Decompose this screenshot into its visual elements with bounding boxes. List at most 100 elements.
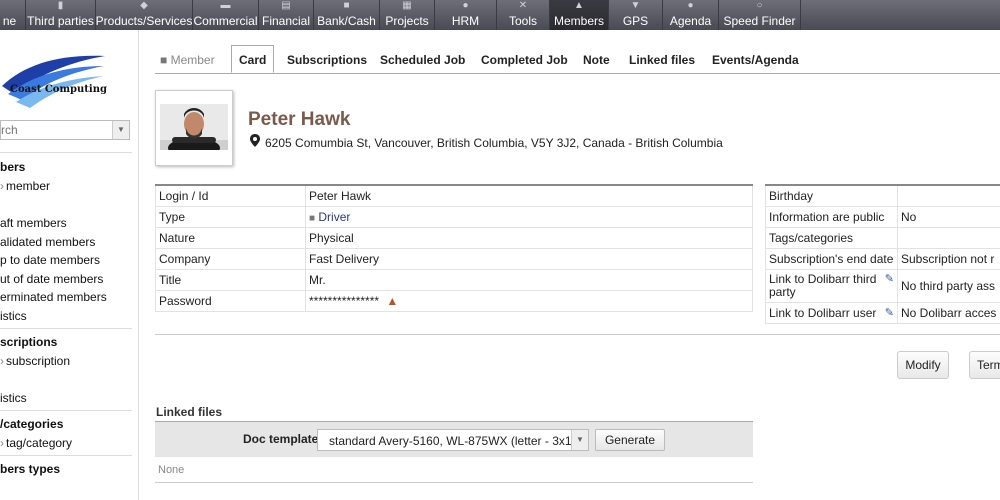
doc-template-label: Doc template: [243, 432, 319, 446]
hrm-icon: ●: [462, 0, 469, 11]
field-value: No third party ass: [897, 269, 1000, 303]
member-photo: [160, 104, 228, 150]
briefcase-icon: ▬: [220, 0, 231, 11]
sidebar-subscriptions-statistics[interactable]: istics: [0, 391, 27, 405]
field-label: Subscription's end date: [765, 248, 898, 270]
sidebar-divider: [0, 410, 132, 411]
sidebar-divider: [0, 152, 132, 153]
linked-files-empty: None: [158, 464, 185, 476]
sidebar-terminated-members[interactable]: erminated members: [0, 290, 107, 304]
nav-products[interactable]: ◆ Products/Services: [96, 0, 193, 30]
sidebar-members-statistics[interactable]: istics: [0, 309, 27, 323]
search-input[interactable]: [1, 121, 109, 139]
modify-button[interactable]: Modify: [897, 351, 949, 379]
warning-icon: ▲: [386, 294, 399, 308]
nav-gps[interactable]: ▼ GPS: [609, 0, 663, 30]
nav-members[interactable]: ▲ Members: [550, 0, 609, 30]
nav-financial[interactable]: ▤ Financial: [259, 0, 314, 30]
member-photo-frame[interactable]: [155, 90, 233, 166]
table-row: Company Fast Delivery: [155, 248, 753, 270]
top-menu-bar: ne ▮ Third parties ◆ Products/Services ▬…: [0, 0, 1000, 30]
bill-icon: ▤: [281, 0, 291, 11]
doc-template-value: standard Avery-5160, WL-875WX (letter - …: [329, 434, 583, 448]
nav-speed-finder[interactable]: ○ Speed Finder: [719, 0, 801, 30]
table-row: Tags/categories: [765, 227, 1000, 249]
field-value: [897, 227, 1000, 249]
table-row: Type ■ Driver: [155, 206, 753, 228]
chevron-down-icon[interactable]: ▼: [112, 121, 129, 139]
tab-member[interactable]: ■ Member: [160, 49, 215, 73]
section-divider: [155, 334, 1000, 335]
left-sidebar: Coast Computing ▼ bers ›member aft membe…: [0, 30, 139, 500]
field-value: No: [897, 206, 1000, 228]
nav-commercial[interactable]: ▬ Commercial: [193, 0, 259, 30]
edit-icon[interactable]: ✎: [885, 273, 894, 286]
user-icon: ■: [160, 53, 168, 67]
sidebar-member-types-heading[interactable]: bers types: [0, 462, 60, 476]
member-address-text: 6205 Comumbia St, Vancouver, British Col…: [265, 136, 723, 150]
nav-tools[interactable]: ✕ Tools: [497, 0, 550, 30]
nav-bank-cash[interactable]: ■ Bank/Cash: [314, 0, 380, 30]
sidebar-validated-members[interactable]: alidated members: [0, 235, 95, 249]
sidebar-members-heading[interactable]: bers: [0, 160, 25, 174]
tab-subscriptions[interactable]: Subscriptions: [287, 49, 367, 73]
generate-button[interactable]: Generate: [595, 429, 665, 451]
field-value: *************** ▲: [305, 290, 753, 312]
sidebar-tags-heading[interactable]: /categories: [0, 417, 63, 431]
sidebar-subscriptions-heading[interactable]: scriptions: [0, 335, 57, 349]
tab-linked-files[interactable]: Linked files: [629, 49, 695, 73]
terminate-button[interactable]: Term: [969, 351, 1000, 379]
doc-template-select[interactable]: standard Avery-5160, WL-875WX (letter - …: [317, 429, 589, 451]
field-value: Physical: [305, 227, 753, 249]
table-row: Birthday: [765, 185, 1000, 207]
tab-note[interactable]: Note: [583, 49, 610, 73]
driver-icon: ■: [309, 213, 316, 224]
nav-third-parties-label: Third parties: [27, 14, 94, 28]
table-row: Nature Physical: [155, 227, 753, 249]
nav-hrm[interactable]: ● HRM: [435, 0, 497, 30]
doc-generation-bar: Doc template standard Avery-5160, WL-875…: [155, 421, 753, 457]
table-row: Password *************** ▲: [155, 290, 753, 312]
tab-scheduled-job[interactable]: Scheduled Job: [380, 49, 465, 73]
gps-icon: ▼: [630, 0, 641, 11]
sidebar-outofdate-members[interactable]: ut of date members: [0, 272, 103, 286]
member-tabs: ■ Member Card Subscriptions Scheduled Jo…: [155, 45, 1000, 74]
table-row: ✎ Link to Dolibarr third party No third …: [765, 269, 1000, 303]
tab-completed-job[interactable]: Completed Job: [481, 49, 568, 73]
sidebar-uptodate-members[interactable]: p to date members: [0, 253, 100, 267]
sidebar-search[interactable]: ▼: [0, 120, 130, 140]
nav-gps-label: GPS: [622, 14, 649, 28]
nav-agenda[interactable]: ● Agenda: [663, 0, 719, 30]
sidebar-draft-members[interactable]: aft members: [0, 216, 67, 230]
member-type-link[interactable]: Driver: [318, 210, 350, 224]
projects-icon: ▦: [402, 0, 412, 11]
field-value: [897, 185, 1000, 207]
tab-events-agenda[interactable]: Events/Agenda: [712, 49, 799, 73]
field-value: Fast Delivery: [305, 248, 753, 270]
nav-projects[interactable]: ▦ Projects: [380, 0, 435, 30]
nav-home-label: ne: [2, 14, 17, 28]
table-row: Login / Id Peter Hawk: [155, 185, 753, 207]
tab-card[interactable]: Card: [231, 45, 275, 73]
nav-third-parties[interactable]: ▮ Third parties: [26, 0, 96, 30]
nav-home[interactable]: ne: [0, 0, 26, 30]
members-icon: ▲: [574, 0, 584, 11]
field-label: ✎ Link to Dolibarr third party: [765, 269, 898, 303]
bank-icon: ■: [343, 0, 350, 11]
table-row: Subscription's end date Subscription not…: [765, 248, 1000, 270]
field-value: Peter Hawk: [305, 185, 753, 207]
tools-icon: ✕: [518, 0, 528, 11]
sidebar-divider: [0, 455, 132, 456]
linked-files-title: Linked files: [156, 405, 223, 419]
sidebar-new-tag[interactable]: › tag/category: [0, 436, 72, 450]
nav-financial-label: Financial: [261, 14, 311, 28]
sidebar-new-subscription[interactable]: › subscription: [0, 354, 70, 368]
logo-text: Coast Computing: [10, 84, 107, 95]
chevron-down-icon[interactable]: ▼: [571, 430, 588, 450]
member-details-table: Login / Id Peter Hawk Type ■ Driver Natu…: [155, 184, 753, 312]
field-label: Information are public: [765, 206, 898, 228]
edit-icon[interactable]: ✎: [885, 307, 894, 320]
field-value: ■ Driver: [305, 206, 753, 228]
sidebar-new-member[interactable]: › member: [0, 179, 50, 193]
nav-speed-finder-label: Speed Finder: [723, 14, 796, 28]
